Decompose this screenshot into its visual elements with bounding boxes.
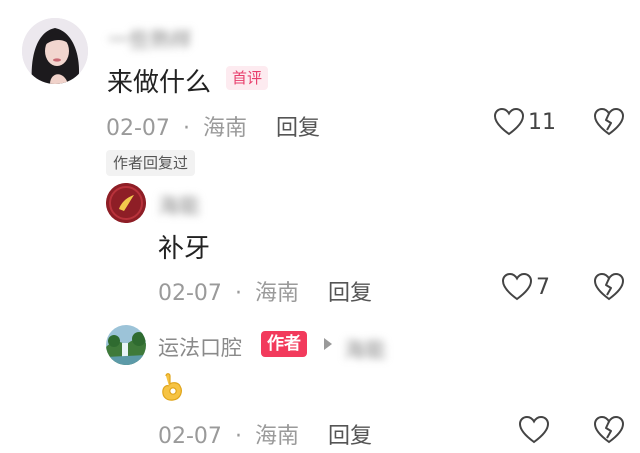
broken-heart-icon bbox=[593, 272, 625, 301]
reply-button[interactable]: 回复 bbox=[328, 275, 372, 307]
comment-location: 海南 bbox=[202, 116, 247, 141]
dislike-button[interactable] bbox=[593, 415, 625, 448]
reply-text: 补牙 bbox=[158, 234, 211, 264]
like-button[interactable] bbox=[493, 107, 525, 140]
avatar[interactable] bbox=[22, 18, 88, 84]
like-count: 7 bbox=[536, 275, 550, 300]
reply-button[interactable]: 回复 bbox=[276, 110, 320, 142]
reply-meta: 02-07 · 海南 bbox=[158, 275, 299, 307]
comment-text: 来做什么 bbox=[107, 68, 212, 98]
broken-heart-icon bbox=[593, 415, 625, 444]
heart-outline-icon bbox=[501, 272, 533, 301]
avatar-portrait-icon bbox=[22, 18, 88, 84]
comment-meta: 02-07 · 海南 bbox=[106, 110, 247, 142]
ok-hand-icon: 👌 bbox=[160, 372, 186, 409]
author-location: 海南 bbox=[254, 424, 299, 449]
meta-separator: · bbox=[234, 281, 242, 306]
reply-location: 海南 bbox=[254, 281, 299, 306]
comment-date: 02-07 bbox=[106, 116, 170, 141]
reply-avatar[interactable] bbox=[106, 183, 146, 223]
broken-heart-icon bbox=[593, 107, 625, 136]
avatar-landscape-icon bbox=[106, 325, 146, 365]
heart-outline-icon bbox=[493, 107, 525, 136]
meta-separator: · bbox=[182, 116, 190, 141]
first-comment-badge: 首评 bbox=[226, 66, 269, 90]
author-avatar[interactable] bbox=[106, 325, 146, 365]
meta-separator: · bbox=[234, 424, 242, 449]
dislike-button[interactable] bbox=[593, 272, 625, 305]
comment-username[interactable]: 一些熟样 bbox=[108, 24, 192, 54]
like-button[interactable] bbox=[501, 272, 533, 305]
reply-username[interactable]: 海能 bbox=[158, 190, 200, 220]
avatar-logo-icon bbox=[106, 183, 146, 223]
like-count: 11 bbox=[528, 110, 556, 135]
author-replied-tag: 作者回复过 bbox=[106, 150, 196, 176]
author-meta: 02-07 · 海南 bbox=[158, 418, 299, 450]
reply-to-username[interactable]: 海能 bbox=[344, 334, 386, 364]
like-button[interactable] bbox=[518, 415, 550, 448]
reply-date: 02-07 bbox=[158, 281, 222, 306]
heart-outline-icon bbox=[518, 415, 550, 444]
dislike-button[interactable] bbox=[593, 107, 625, 140]
caret-right-icon bbox=[322, 336, 334, 356]
author-username[interactable]: 运法口腔 bbox=[158, 332, 242, 362]
author-date: 02-07 bbox=[158, 424, 222, 449]
reply-button[interactable]: 回复 bbox=[328, 418, 372, 450]
author-badge: 作者 bbox=[261, 331, 307, 357]
comment-thread: 一些熟样 来做什么 首评 02-07 · 海南 回复 11 作者回复过 海能 补… bbox=[0, 0, 640, 453]
